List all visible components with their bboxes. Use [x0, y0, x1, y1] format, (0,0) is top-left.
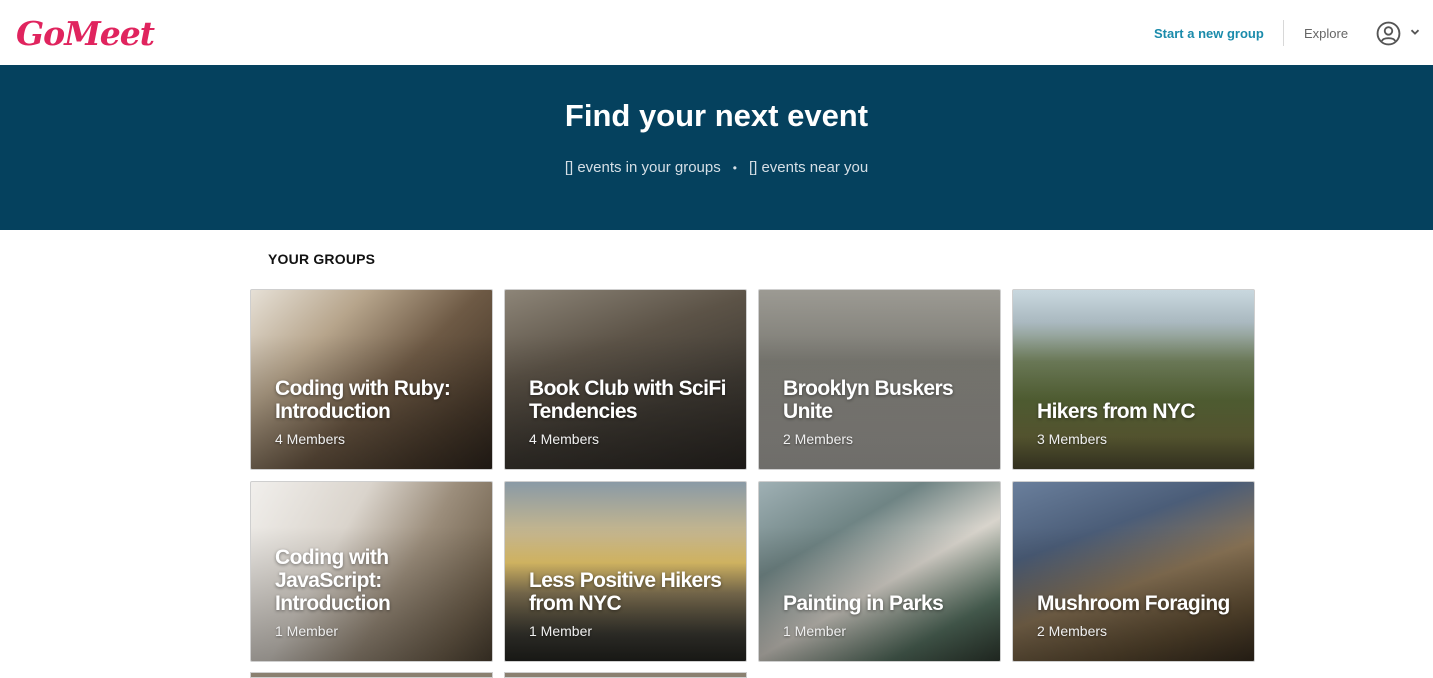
card-info: Brooklyn Buskers Unite 2 Members — [783, 377, 990, 447]
group-card[interactable]: Hikers from NYC 3 Members — [1012, 289, 1255, 470]
group-card[interactable]: Coding with JavaScript: Introduction 1 M… — [250, 481, 493, 662]
your-groups-heading: YOUR GROUPS — [268, 251, 376, 267]
group-name: Less Positive Hikers from NYC — [529, 569, 722, 615]
group-name: Hikers from NYC — [1037, 400, 1195, 423]
group-card[interactable]: Painting in Parks 1 Member — [758, 481, 1001, 662]
group-card[interactable]: Book Club with SciFi Tendencies 4 Member… — [504, 289, 747, 470]
card-info: Coding with Ruby: Introduction 4 Members — [275, 377, 482, 447]
group-card[interactable]: Coding with Ruby: Introduction 4 Members — [250, 289, 493, 470]
explore-link[interactable]: Explore — [1304, 26, 1348, 41]
card-info: Hikers from NYC 3 Members — [1037, 400, 1244, 447]
group-card[interactable]: Less Positive Hikers from NYC 1 Member — [504, 481, 747, 662]
group-name: Coding with Ruby: Introduction — [275, 377, 451, 423]
group-member-count: 3 Members — [1037, 431, 1108, 447]
chevron-down-icon[interactable] — [1409, 26, 1421, 38]
group-member-count: 1 Member — [275, 623, 339, 639]
card-info: Painting in Parks 1 Member — [783, 592, 990, 639]
group-name: Painting in Parks — [783, 592, 944, 615]
start-new-group-link[interactable]: Start a new group — [1154, 26, 1264, 41]
card-info: Mushroom Foraging 2 Members — [1037, 592, 1244, 639]
nav-divider — [1283, 20, 1284, 46]
gomeet-logo[interactable]: GoMeet — [16, 14, 155, 53]
group-member-count: 2 Members — [1037, 623, 1108, 639]
group-member-count: 4 Members — [529, 431, 600, 447]
group-member-count: 2 Members — [783, 431, 854, 447]
group-name: Coding with JavaScript: Introduction — [275, 546, 391, 615]
hero-stats: [] events in your groups • [] events nea… — [0, 159, 1433, 176]
top-navbar: GoMeet Start a new group Explore — [0, 0, 1433, 65]
group-card-partial[interactable] — [250, 672, 493, 678]
group-member-count: 1 Member — [529, 623, 593, 639]
card-info: Less Positive Hikers from NYC 1 Member — [529, 569, 736, 639]
group-name: Mushroom Foraging — [1037, 592, 1230, 615]
card-info: Book Club with SciFi Tendencies 4 Member… — [529, 377, 736, 447]
hero-title: Find your next event — [564, 98, 869, 133]
group-member-count: 1 Member — [783, 623, 847, 639]
stats-separator: • — [732, 160, 737, 175]
group-member-count: 4 Members — [275, 431, 346, 447]
group-card-partial[interactable] — [504, 672, 747, 678]
group-card[interactable]: Mushroom Foraging 2 Members — [1012, 481, 1255, 662]
hero-banner: Find your next event [] events in your g… — [0, 65, 1433, 230]
user-avatar-icon[interactable] — [1376, 21, 1401, 46]
events-in-groups-count[interactable]: [] events in your groups — [565, 159, 721, 176]
card-info: Coding with JavaScript: Introduction 1 M… — [275, 546, 482, 639]
group-card[interactable]: Brooklyn Buskers Unite 2 Members — [758, 289, 1001, 470]
group-name: Book Club with SciFi Tendencies — [529, 377, 726, 423]
group-name: Brooklyn Buskers Unite — [783, 377, 954, 423]
events-near-you-count[interactable]: [] events near you — [749, 159, 868, 176]
